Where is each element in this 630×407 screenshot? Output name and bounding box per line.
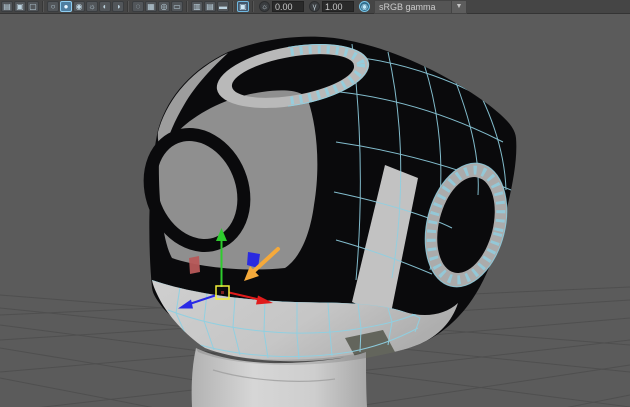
toolbar-separator xyxy=(252,1,254,12)
isolate-select-icon[interactable]: ▭ xyxy=(171,1,183,12)
select-camera-icon[interactable]: ▤ xyxy=(1,1,13,12)
use-all-lights-icon[interactable]: ☼ xyxy=(86,1,98,12)
view-transform-value: sRGB gamma xyxy=(375,2,451,12)
shaded-mode-icon[interactable]: ● xyxy=(60,1,72,12)
toolbar-separator xyxy=(127,1,129,12)
exposure-icon[interactable]: ☼ xyxy=(259,1,270,12)
motion-blur-icon[interactable]: ◌ xyxy=(132,1,144,12)
viewport-3d[interactable] xyxy=(0,0,630,407)
default-material-icon[interactable]: ▬ xyxy=(217,1,229,12)
color-management-icon[interactable]: ◉ xyxy=(359,1,370,12)
textured-mode-icon[interactable]: ◉ xyxy=(73,1,85,12)
viewport-toolbar: ▤▣▢○●◉☼◐◑◌▦◎▭▥▤▬▣ ☼ γ ◉ sRGB gamma ▼ xyxy=(0,0,630,14)
gamma-field[interactable] xyxy=(322,1,354,12)
xray-icon[interactable]: ▥ xyxy=(191,1,203,12)
application-window: ▤▣▢○●◉☼◐◑◌▦◎▭▥▤▬▣ ☼ γ ◉ sRGB gamma ▼ xyxy=(0,0,630,407)
shadows-icon[interactable]: ◐ xyxy=(99,1,111,12)
depth-of-field-icon[interactable]: ◎ xyxy=(158,1,170,12)
anti-aliasing-icon[interactable]: ▦ xyxy=(145,1,157,12)
wireframe-mode-icon[interactable]: ○ xyxy=(47,1,59,12)
ambient-occlusion-icon[interactable]: ◑ xyxy=(112,1,124,12)
selected-vertex xyxy=(221,291,224,294)
gamma-icon[interactable]: γ xyxy=(309,1,320,12)
toolbar-separator xyxy=(186,1,188,12)
toolbar-separator xyxy=(232,1,234,12)
exposure-field[interactable] xyxy=(272,1,304,12)
toolbar-separator xyxy=(42,1,44,12)
face-marker-red xyxy=(189,256,200,274)
image-plane-icon[interactable]: ▢ xyxy=(27,1,39,12)
wireframe-on-shaded-icon[interactable]: ▤ xyxy=(204,1,216,12)
chevron-down-icon: ▼ xyxy=(451,1,466,13)
camera-bookmarks-icon[interactable]: ▣ xyxy=(14,1,26,12)
view-transform-dropdown[interactable]: sRGB gamma ▼ xyxy=(374,0,467,14)
highlight-selection-icon[interactable]: ▣ xyxy=(237,1,249,12)
